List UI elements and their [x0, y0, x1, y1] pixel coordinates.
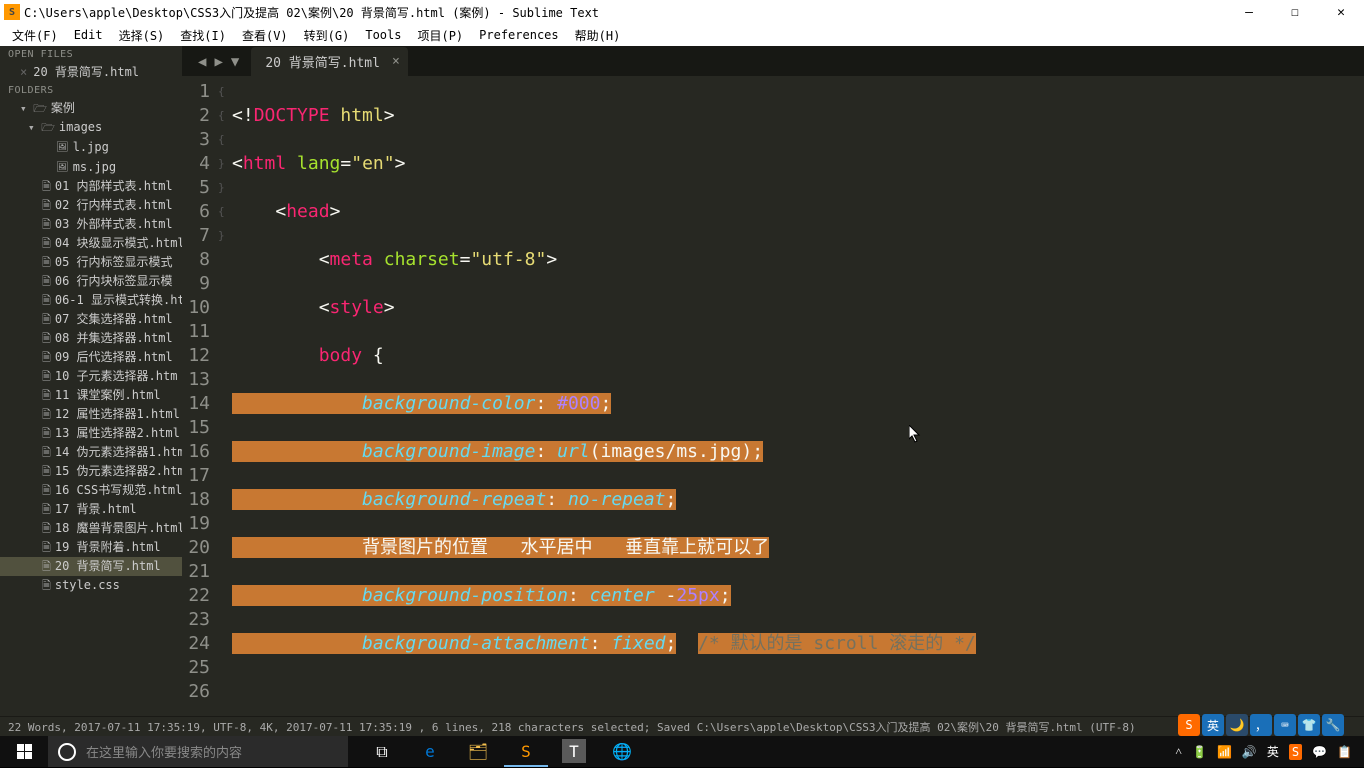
ime-lang-icon[interactable]: 英 [1202, 714, 1224, 736]
file-03[interactable]: 03 外部样式表.html [0, 215, 182, 234]
file-05[interactable]: 05 行内标签显示模式 [0, 253, 182, 272]
file-15[interactable]: 15 伪元素选择器2.htm [0, 462, 182, 481]
ime-punc-icon[interactable]: ， [1250, 714, 1272, 736]
file-16[interactable]: 16 CSS书写规范.html [0, 481, 182, 500]
file-06[interactable]: 06 行内块标签显示模 [0, 272, 182, 291]
file-17[interactable]: 17 背景.html [0, 500, 182, 519]
file-09[interactable]: 09 后代选择器.html [0, 348, 182, 367]
menu-goto[interactable]: 转到(G) [296, 27, 358, 44]
file-02[interactable]: 02 行内样式表.html [0, 196, 182, 215]
menu-view[interactable]: 查看(V) [234, 27, 296, 44]
windows-logo-icon [17, 744, 32, 759]
file-14[interactable]: 14 伪元素选择器1.htm [0, 443, 182, 462]
ime-skin-icon[interactable]: 👕 [1298, 714, 1320, 736]
tray-battery-icon[interactable]: 🔋 [1192, 745, 1207, 759]
app-icon: S [4, 4, 20, 20]
task-view-icon[interactable]: ⧉ [358, 736, 406, 767]
ime-moon-icon[interactable]: 🌙 [1226, 714, 1248, 736]
tray-notifications-icon[interactable]: 💬 [1312, 745, 1327, 759]
menu-preferences[interactable]: Preferences [471, 28, 566, 42]
tab-bar: ◀ ▶ ▼ 20 背景简写.html× [182, 46, 1364, 76]
menu-bar: 文件(F) Edit 选择(S) 查找(I) 查看(V) 转到(G) Tools… [0, 24, 1364, 46]
tray-wifi-icon[interactable]: 📶 [1217, 745, 1232, 759]
sublime-icon[interactable]: S [502, 736, 550, 767]
ime-keyboard-icon[interactable]: ⌨ [1274, 714, 1296, 736]
taskbar-search[interactable]: 在这里输入你要搜索的内容 [48, 736, 348, 767]
window-title: C:\Users\apple\Desktop\CSS3入门及提高 02\案例\2… [24, 4, 599, 21]
file-stylecss[interactable]: style.css [0, 576, 182, 595]
line-gutter: 1 2 3 4 5 6 7 8 9 10 11 12 13 14 15 16 1… [182, 76, 218, 716]
file-ljpg[interactable]: l.jpg [0, 137, 182, 157]
file-18[interactable]: 18 魔兽背景图片.html [0, 519, 182, 538]
tray-volume-icon[interactable]: 🔊 [1242, 745, 1257, 759]
folder-root[interactable]: 案例 [0, 99, 182, 118]
open-files-header: OPEN FILES [0, 46, 182, 63]
status-text: 22 Words, 2017-07-11 17:35:19, UTF-8, 4K… [8, 719, 1136, 735]
menu-file[interactable]: 文件(F) [4, 27, 66, 44]
chrome-icon[interactable]: 🌐 [598, 736, 646, 767]
menu-project[interactable]: 项目(P) [409, 27, 471, 44]
file-01[interactable]: 01 内部样式表.html [0, 177, 182, 196]
folder-images[interactable]: images [0, 118, 182, 137]
code-content[interactable]: <!DOCTYPE html> <html lang="en"> <head> … [232, 76, 1364, 716]
file-13[interactable]: 13 属性选择器2.html [0, 424, 182, 443]
file-12[interactable]: 12 属性选择器1.html [0, 405, 182, 424]
tab-close-icon[interactable]: × [392, 54, 400, 69]
fold-column: { { { } } { } [218, 76, 232, 716]
tray-lang[interactable]: 英 [1267, 743, 1279, 760]
maximize-button[interactable]: ☐ [1272, 0, 1318, 24]
file-20[interactable]: 20 背景简写.html [0, 557, 182, 576]
tab-next-icon[interactable]: ▶ [214, 54, 222, 70]
folders-header: FOLDERS [0, 82, 182, 99]
tab-active[interactable]: 20 背景简写.html× [251, 47, 407, 76]
file-19[interactable]: 19 背景附着.html [0, 538, 182, 557]
tab-prev-icon[interactable]: ◀ [198, 54, 206, 70]
start-button[interactable] [0, 736, 48, 767]
file-04[interactable]: 04 块级显示模式.html [0, 234, 182, 253]
code-area[interactable]: 1 2 3 4 5 6 7 8 9 10 11 12 13 14 15 16 1… [182, 76, 1364, 716]
search-placeholder: 在这里输入你要搜索的内容 [86, 742, 242, 761]
tray-up-icon[interactable]: ˄ [1175, 744, 1182, 759]
file-msjpg[interactable]: ms.jpg [0, 157, 182, 177]
menu-selection[interactable]: 选择(S) [111, 27, 173, 44]
ime-toolbox-icon[interactable]: 🔧 [1322, 714, 1344, 736]
file-08[interactable]: 08 并集选择器.html [0, 329, 182, 348]
title-bar: S C:\Users\apple\Desktop\CSS3入门及提高 02\案例… [0, 0, 1364, 24]
file-10[interactable]: 10 子元素选择器.htm [0, 367, 182, 386]
ime-sogou-icon[interactable]: S [1178, 714, 1200, 736]
explorer-icon[interactable]: 🗂 [454, 736, 502, 767]
text-icon[interactable]: T [562, 739, 586, 763]
tray-sogou-icon[interactable]: S [1289, 744, 1302, 760]
tray-extra-icon[interactable]: 📋 [1337, 745, 1352, 759]
menu-tools[interactable]: Tools [357, 28, 409, 42]
editor: ◀ ▶ ▼ 20 背景简写.html× 1 2 3 4 5 6 7 8 9 10 1… [182, 46, 1364, 716]
minimize-button[interactable]: — [1226, 0, 1272, 24]
open-file-item[interactable]: ×20 背景简写.html [0, 63, 182, 82]
file-11[interactable]: 11 课堂案例.html [0, 386, 182, 405]
ime-toolbar: S 英 🌙 ， ⌨ 👕 🔧 [1178, 714, 1344, 736]
close-button[interactable]: ✕ [1318, 0, 1364, 24]
file-061[interactable]: 06-1 显示模式转换.ht [0, 291, 182, 310]
status-bar: 22 Words, 2017-07-11 17:35:19, UTF-8, 4K… [0, 716, 1364, 736]
menu-edit[interactable]: Edit [66, 28, 111, 42]
edge-icon[interactable]: e [406, 736, 454, 767]
menu-help[interactable]: 帮助(H) [567, 27, 629, 44]
menu-find[interactable]: 查找(I) [172, 27, 234, 44]
tab-dropdown-icon[interactable]: ▼ [231, 54, 239, 70]
sidebar: OPEN FILES ×20 背景简写.html FOLDERS 案例 imag… [0, 46, 182, 716]
taskbar: 在这里输入你要搜索的内容 ⧉ e 🗂 S T 🌐 ˄ 🔋 📶 🔊 英 S 💬 📋 [0, 736, 1364, 767]
cortana-icon [58, 743, 76, 761]
file-07[interactable]: 07 交集选择器.html [0, 310, 182, 329]
system-tray: ˄ 🔋 📶 🔊 英 S 💬 📋 [1175, 743, 1364, 760]
